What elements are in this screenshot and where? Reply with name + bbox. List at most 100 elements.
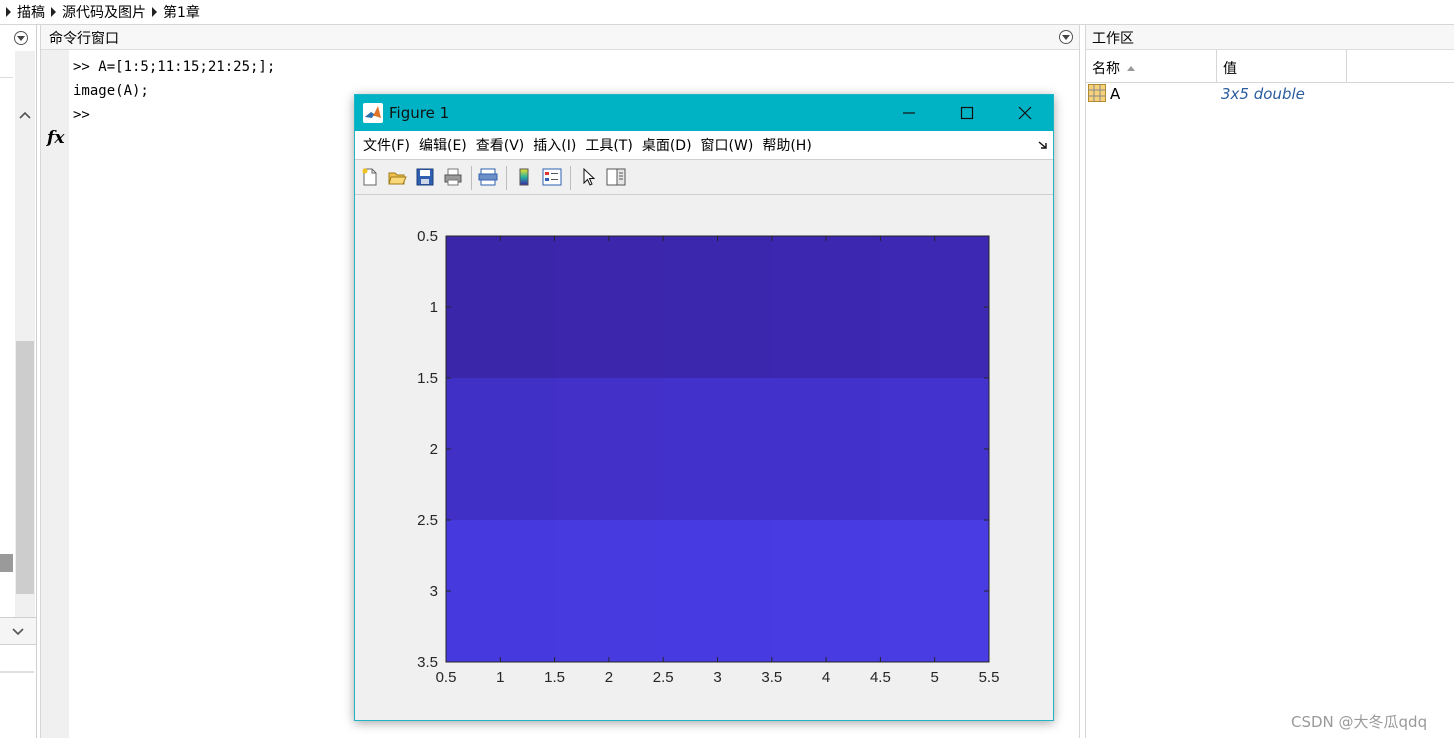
x-tick-label: 1 — [496, 669, 504, 686]
image-cell — [771, 236, 881, 379]
close-icon[interactable] — [1015, 103, 1035, 123]
y-tick-label: 3.5 — [417, 654, 438, 671]
y-tick-label: 1.5 — [417, 370, 438, 387]
dock-arrow-icon[interactable] — [1037, 139, 1049, 151]
command-window-header: 命令行窗口 — [41, 25, 1079, 50]
new-figure-icon[interactable] — [360, 167, 380, 187]
sort-ascending-icon — [1127, 66, 1135, 71]
panel-divider — [0, 671, 34, 673]
image-cell — [554, 520, 664, 663]
x-tick-label: 2 — [605, 669, 613, 686]
chevron-right-icon — [6, 7, 11, 17]
property-editor-icon[interactable] — [606, 167, 626, 187]
colorbar-icon[interactable] — [514, 167, 534, 187]
y-tick-label: 2 — [430, 441, 438, 458]
image-cell — [446, 378, 556, 521]
chevron-right-icon — [152, 7, 157, 17]
variable-name: A — [1110, 85, 1121, 103]
breadcrumb-item[interactable]: 源代码及图片 — [51, 2, 146, 22]
menu-help[interactable]: 帮助(H) — [762, 135, 811, 155]
x-tick-label: 3.5 — [761, 669, 782, 686]
y-tick-label: 0.5 — [417, 228, 438, 245]
x-tick-label: 2.5 — [653, 669, 674, 686]
panel-menu-button[interactable] — [14, 31, 28, 45]
image-plot[interactable]: 0.5 1 1.5 2 2.5 3 3.5 4 4.5 5 5.5 0.5 1 1.5 2 2.5 3 3.5 — [355, 195, 1053, 720]
toolbar-separator — [506, 166, 507, 190]
value-column-header[interactable]: 值 — [1217, 50, 1346, 82]
image-cell — [663, 236, 773, 379]
menu-insert[interactable]: 插入(I) — [533, 135, 576, 155]
image-cell — [554, 236, 664, 379]
figure-toolbar — [355, 160, 1053, 195]
workspace-column-header: 名称 值 — [1086, 50, 1454, 83]
x-tick-label: 4.5 — [870, 669, 891, 686]
image-cell — [771, 378, 881, 521]
menu-tools[interactable]: 工具(T) — [585, 135, 632, 155]
image-cell — [663, 378, 773, 521]
name-column-label: 名称 — [1092, 61, 1120, 77]
save-icon[interactable] — [415, 167, 435, 187]
chevron-down-icon — [17, 35, 25, 41]
command-prompt[interactable]: >> — [73, 107, 90, 123]
menu-desktop[interactable]: 桌面(D) — [642, 135, 692, 155]
x-tick-label: 4 — [822, 669, 830, 686]
column-separator — [1346, 50, 1347, 82]
workspace-title: 工作区 — [1092, 31, 1134, 47]
workspace-row[interactable]: A 3x5 double — [1086, 83, 1454, 105]
chevron-down-icon — [1062, 34, 1070, 40]
menu-view[interactable]: 查看(V) — [476, 135, 525, 155]
open-file-icon[interactable] — [387, 167, 407, 187]
matrix-variable-icon — [1088, 84, 1106, 102]
matlab-logo-icon — [363, 103, 383, 123]
breadcrumb-item[interactable]: 第1章 — [152, 2, 200, 22]
value-column-label: 值 — [1223, 61, 1237, 77]
x-tick-label: 3 — [713, 669, 721, 686]
panel-divider — [0, 51, 13, 78]
command-window-menu-button[interactable] — [1059, 30, 1073, 44]
menu-edit[interactable]: 编辑(E) — [419, 135, 467, 155]
print-icon[interactable] — [443, 167, 463, 187]
y-tick-label: 3 — [430, 583, 438, 600]
command-window-title: 命令行窗口 — [49, 31, 119, 47]
figure-window[interactable]: Figure 1 文件(F) 编辑(E) 查看(V) 插入(I) 工具(T) 桌… — [354, 94, 1054, 721]
left-panel — [0, 25, 37, 738]
image-cell — [771, 520, 881, 663]
breadcrumb: 描稿 源代码及图片 第1章 — [0, 0, 1454, 25]
image-cell — [446, 520, 556, 663]
workspace-panel: 工作区 名称 值 A 3x5 double — [1085, 25, 1454, 738]
scrollbar-thumb[interactable] — [16, 341, 34, 594]
variable-value: 3x5 double — [1221, 85, 1305, 103]
chevron-right-icon — [51, 7, 56, 17]
y-tick-label: 1 — [430, 299, 438, 316]
toolbar-separator — [570, 166, 571, 190]
x-tick-label: 5 — [931, 669, 939, 686]
figure-title-bar[interactable]: Figure 1 — [355, 95, 1053, 131]
menu-file[interactable]: 文件(F) — [363, 135, 410, 155]
print-preview-icon[interactable] — [478, 167, 498, 187]
fx-icon[interactable]: fx — [47, 128, 64, 148]
watermark: CSDN @大冬瓜qdq — [1291, 713, 1428, 731]
maximize-icon[interactable] — [957, 103, 977, 123]
workspace-header: 工作区 — [1086, 25, 1454, 50]
scroll-up-icon[interactable] — [15, 105, 35, 125]
toolbar-separator — [471, 166, 472, 190]
breadcrumb-item[interactable]: 描稿 — [6, 2, 45, 22]
image-cell — [880, 520, 990, 663]
scrollbar[interactable] — [15, 51, 35, 643]
command-line: >> A=[1:5;11:15;21:25;]; — [73, 59, 276, 75]
scroll-marker — [0, 554, 13, 572]
command-gutter: fx — [41, 50, 69, 738]
menu-window[interactable]: 窗口(W) — [701, 135, 754, 155]
image-cell — [446, 236, 556, 379]
pointer-icon[interactable] — [579, 167, 599, 187]
minimize-icon[interactable] — [899, 103, 919, 123]
collapsed-panel-header[interactable] — [0, 617, 36, 645]
x-tick-label: 1.5 — [544, 669, 565, 686]
image-cell — [880, 378, 990, 521]
image-cell — [880, 236, 990, 379]
legend-icon[interactable] — [542, 167, 562, 187]
chevron-down-icon[interactable] — [10, 623, 26, 639]
x-tick-label: 0.5 — [436, 669, 457, 686]
image-cell — [554, 378, 664, 521]
name-column-header[interactable]: 名称 — [1086, 50, 1216, 82]
